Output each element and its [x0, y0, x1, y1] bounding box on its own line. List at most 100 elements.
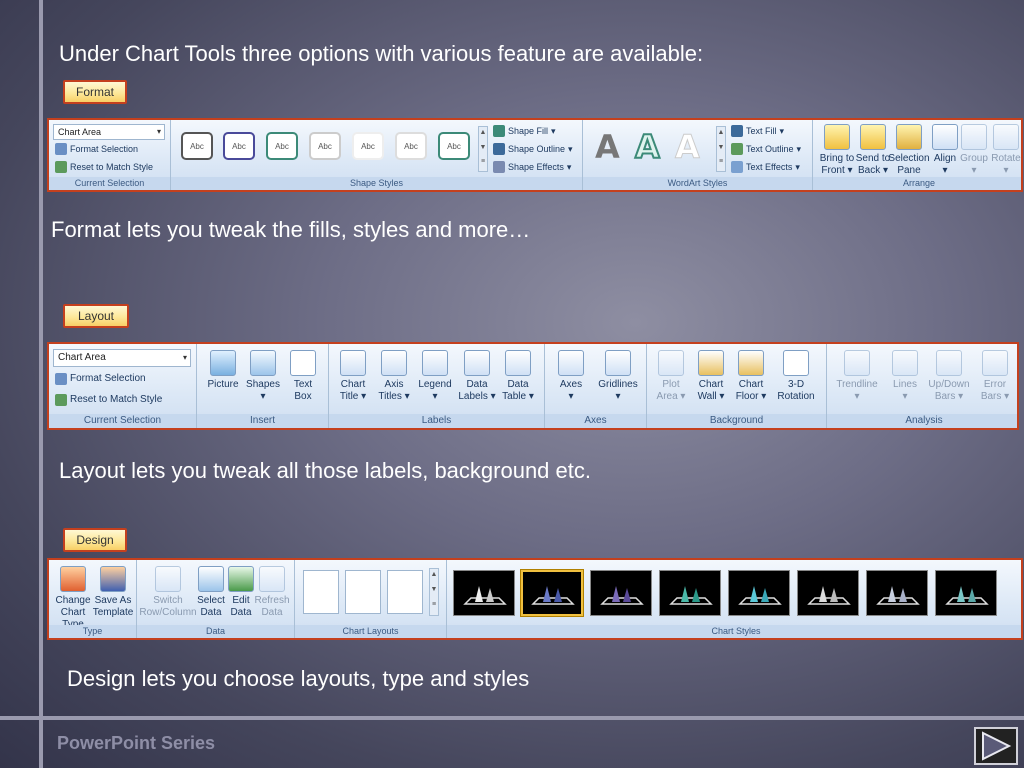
- axes-group: Axes ▾ Gridlines ▾ Axes: [545, 344, 647, 428]
- insert-group: Picture Shapes ▾ Text Box Insert: [197, 344, 329, 428]
- cone-chart-icon: [738, 586, 782, 605]
- next-slide-button[interactable]: [974, 727, 1018, 765]
- chart-style-thumbnail[interactable]: [659, 570, 721, 616]
- cone-chart-icon: [531, 586, 575, 605]
- chart-style-thumbnail[interactable]: [935, 570, 997, 616]
- group-label: Current Selection: [49, 177, 170, 190]
- shape-fill-button[interactable]: Shape Fill ▾: [493, 125, 556, 137]
- gallery-scrollbar[interactable]: ▲ ▼ ≡: [716, 126, 726, 172]
- chart-styles-group: Chart Styles: [447, 560, 1021, 638]
- axes-button[interactable]: Axes ▾: [547, 350, 595, 403]
- shape-style-swatch[interactable]: Abc: [181, 132, 213, 160]
- layout-description: Layout lets you tweak all those labels, …: [59, 458, 591, 483]
- group-icon: [961, 124, 987, 150]
- chart-style-thumbnail[interactable]: [797, 570, 859, 616]
- chart-title-icon: [340, 350, 366, 376]
- group-label: Arrange: [813, 177, 1021, 190]
- trendline-icon: [844, 350, 870, 376]
- reset-style-button[interactable]: Reset to Match Style: [55, 161, 153, 173]
- legend-icon: [422, 350, 448, 376]
- format-selection-icon: [55, 143, 67, 155]
- axis-titles-icon: [381, 350, 407, 376]
- reset-style-button[interactable]: Reset to Match Style: [55, 394, 162, 406]
- legend-button[interactable]: Legend ▾: [411, 350, 459, 403]
- format-tab[interactable]: Format: [63, 80, 127, 104]
- text-outline-button[interactable]: Text Outline ▾: [731, 143, 801, 155]
- gridlines-button[interactable]: Gridlines ▾: [591, 350, 645, 403]
- wordart-style-light[interactable]: A: [675, 130, 701, 165]
- text-fill-button[interactable]: Text Fill ▾: [731, 125, 784, 137]
- 3d-rotation-button[interactable]: 3-D Rotation: [769, 350, 823, 403]
- group-button[interactable]: Group ▾: [957, 124, 991, 177]
- format-selection-button[interactable]: Format Selection: [55, 373, 146, 385]
- group-label: Chart Layouts: [295, 625, 446, 638]
- trendline-button[interactable]: Trendline ▾: [829, 350, 885, 403]
- footer-title: PowerPoint Series: [57, 733, 216, 753]
- lines-icon: [892, 350, 918, 376]
- gallery-scrollbar[interactable]: ▲ ▼ ≡: [429, 568, 439, 616]
- layout-tab[interactable]: Layout: [63, 304, 129, 328]
- effects-icon: [731, 161, 743, 173]
- wordart-style-plain[interactable]: A: [595, 130, 620, 164]
- design-tab[interactable]: Design: [63, 528, 127, 552]
- save-template-icon: [100, 566, 126, 592]
- effects-icon: [493, 161, 505, 173]
- refresh-data-button[interactable]: Refresh Data: [249, 566, 295, 619]
- plot-area-icon: [658, 350, 684, 376]
- chart-layout-thumbnail[interactable]: [387, 570, 423, 614]
- chart-style-thumbnail[interactable]: [453, 570, 515, 616]
- chart-style-thumbnail[interactable]: [866, 570, 928, 616]
- cube-icon: [783, 350, 809, 376]
- error-bars-button[interactable]: Error Bars ▾: [971, 350, 1017, 403]
- send-back-icon: [860, 124, 886, 150]
- shape-effects-button[interactable]: Shape Effects ▾: [493, 161, 571, 173]
- wordart-styles-group: A A A ▲ ▼ ≡ Text Fill ▾ Text Outline ▾ Tex…: [583, 120, 813, 190]
- rotate-button[interactable]: Rotate ▾: [989, 124, 1021, 177]
- shape-style-swatch[interactable]: Abc: [223, 132, 255, 160]
- switch-icon: [155, 566, 181, 592]
- group-label: Shape Styles: [171, 177, 582, 190]
- cone-chart-icon: [463, 586, 507, 605]
- group-label: Labels: [329, 414, 544, 428]
- group-label: Analysis: [827, 414, 1017, 428]
- data-table-button[interactable]: Data Table ▾: [494, 350, 542, 403]
- wordart-style-outline[interactable]: A: [634, 129, 661, 165]
- chart-style-thumbnail[interactable]: [520, 569, 584, 617]
- chart-layout-thumbnail[interactable]: [303, 570, 339, 614]
- shape-outline-button[interactable]: Shape Outline ▾: [493, 143, 573, 155]
- chart-style-thumbnail[interactable]: [728, 570, 790, 616]
- group-label: Chart Styles: [447, 625, 1021, 638]
- shape-style-swatch[interactable]: Abc: [309, 132, 341, 160]
- chart-wall-icon: [698, 350, 724, 376]
- chart-element-dropdown[interactable]: Chart Area: [53, 349, 191, 367]
- chart-layout-thumbnail[interactable]: [345, 570, 381, 614]
- current-selection-group: Chart Area Format Selection Reset to Mat…: [49, 344, 197, 428]
- type-group: ChangeChart Type Save AsTemplate Type: [49, 560, 137, 638]
- data-labels-icon: [464, 350, 490, 376]
- group-label: Axes: [545, 414, 646, 428]
- bring-front-icon: [824, 124, 850, 150]
- horizontal-divider: [0, 716, 1024, 720]
- chart-element-dropdown[interactable]: Chart Area: [53, 124, 165, 140]
- gallery-scrollbar[interactable]: ▲ ▼ ≡: [478, 126, 488, 172]
- shape-style-swatch[interactable]: Abc: [266, 132, 298, 160]
- cone-chart-icon: [945, 586, 989, 605]
- chart-style-thumbnail[interactable]: [590, 570, 652, 616]
- text-box-button[interactable]: Text Box: [279, 350, 327, 403]
- shape-style-swatch[interactable]: Abc: [395, 132, 427, 160]
- align-icon: [932, 124, 958, 150]
- up-down-bars-button[interactable]: Up/Down Bars ▾: [923, 350, 975, 403]
- format-ribbon: Chart Area Format Selection Reset to Mat…: [47, 118, 1023, 192]
- background-group: Plot Area ▾ Chart Wall ▾ Chart Floor ▾ 3-D R…: [647, 344, 827, 428]
- data-table-icon: [505, 350, 531, 376]
- chart-floor-button[interactable]: Chart Floor ▾: [727, 350, 775, 403]
- shape-style-swatch[interactable]: Abc: [438, 132, 470, 160]
- format-selection-button[interactable]: Format Selection: [55, 143, 138, 155]
- shape-style-swatch[interactable]: Abc: [352, 132, 384, 160]
- lines-button[interactable]: Lines ▾: [881, 350, 929, 403]
- cone-chart-icon: [600, 586, 644, 605]
- arrange-group: Bring to Front ▾ Send to Back ▾ Selection P…: [813, 120, 1021, 190]
- text-effects-button[interactable]: Text Effects ▾: [731, 161, 800, 173]
- cone-chart-icon: [876, 586, 920, 605]
- save-as-template-button[interactable]: Save As Template: [89, 566, 137, 619]
